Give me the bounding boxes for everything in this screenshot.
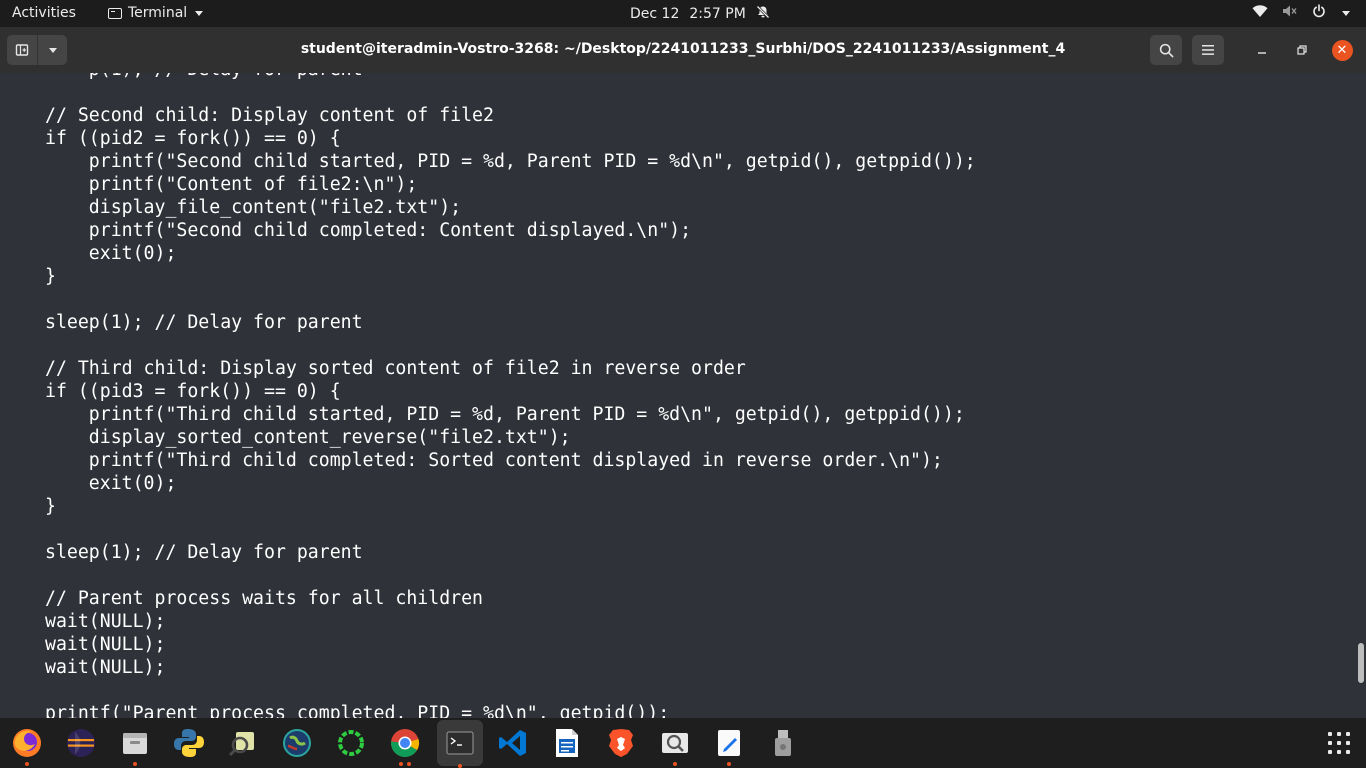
running-indicator — [25, 762, 29, 766]
dock — [0, 718, 1366, 768]
dock-item-firefox[interactable] — [6, 722, 48, 766]
usb-drive-icon — [775, 730, 791, 756]
terminal-line: display_sorted_content_reverse("file2.tx… — [45, 427, 571, 448]
close-button[interactable]: ✕ — [1330, 38, 1354, 62]
restore-icon — [1297, 45, 1307, 55]
running-indicator — [133, 762, 137, 766]
notifications-off-icon — [756, 5, 770, 23]
minimize-icon — [1258, 52, 1266, 54]
dock-item-text-editor[interactable] — [708, 722, 750, 766]
top-bar: Activities Terminal Dec 12 2:57 PM — [0, 0, 1366, 27]
terminal-line: wait(NULL); — [45, 611, 166, 632]
spinner-app-icon — [338, 730, 364, 756]
firefox-icon — [13, 729, 41, 757]
terminal-icon — [446, 731, 474, 755]
app-menu[interactable]: Terminal — [108, 5, 204, 21]
hamburger-menu-icon — [1202, 45, 1214, 55]
dock-item-vscode[interactable] — [492, 722, 534, 764]
terminal-line: // Parent process waits for all children — [45, 588, 483, 609]
terminal-line: exit(0); — [45, 473, 177, 494]
dock-item-files[interactable] — [114, 722, 156, 766]
clock-date: Dec 12 — [630, 6, 680, 22]
chevron-down-icon — [195, 10, 204, 16]
wireshark-icon — [228, 732, 254, 757]
vscode-icon — [499, 730, 526, 756]
close-icon: ✕ — [1331, 39, 1353, 61]
brave-icon — [609, 729, 633, 757]
dock-item-document-viewer[interactable] — [654, 722, 696, 766]
menu-button[interactable] — [1192, 35, 1224, 65]
terminal-line: printf("Third child completed: Sorted co… — [45, 450, 943, 471]
terminal-line: sleep(1); // Delay for parent — [45, 312, 363, 333]
dock-item-wireshark[interactable] — [222, 722, 264, 764]
terminal-line: printf("Second child completed: Content … — [45, 220, 692, 241]
dock-item-writer[interactable] — [546, 722, 588, 764]
dock-item-eclipse[interactable] — [60, 722, 102, 764]
text-editor-icon — [718, 730, 740, 756]
chevron-down-icon — [1342, 10, 1350, 16]
chrome-icon — [391, 729, 420, 757]
terminal-line: sleep(1); // Delay for parent — [45, 542, 363, 563]
dock-item-brave[interactable] — [600, 722, 642, 764]
globe-icon — [283, 729, 311, 757]
volume-muted-icon — [1282, 4, 1298, 22]
terminal-line: p(1); // Delay for parent — [45, 73, 976, 81]
terminal-line: } — [45, 496, 56, 517]
terminal-line: if ((pid2 = fork()) == 0) { — [45, 128, 341, 149]
activities-button[interactable]: Activities — [12, 5, 76, 21]
clock[interactable]: Dec 12 2:57 PM — [630, 5, 770, 23]
dock-item-usb-drive[interactable] — [762, 722, 804, 764]
terminal-icon — [108, 7, 122, 19]
dock-item-terminal[interactable] — [437, 720, 483, 768]
system-tray[interactable] — [1252, 4, 1350, 22]
wifi-icon — [1252, 4, 1268, 22]
running-indicator — [407, 762, 411, 766]
clock-time: 2:57 PM — [689, 6, 746, 22]
terminal-line: if ((pid3 = fork()) == 0) { — [45, 381, 341, 402]
running-indicator — [727, 762, 731, 766]
terminal-line: exit(0); — [45, 243, 177, 264]
terminal-line: wait(NULL); — [45, 634, 166, 655]
search-button[interactable] — [1150, 35, 1182, 65]
eclipse-icon — [67, 729, 95, 757]
dock-item-globe[interactable] — [276, 722, 318, 764]
terminal-line: // Third child: Display sorted content o… — [45, 358, 746, 379]
terminal-text: p(1); // Delay for parent // Second child… — [45, 73, 976, 718]
files-icon — [123, 733, 147, 754]
search-icon — [1159, 43, 1173, 57]
dock-item-chrome[interactable] — [384, 722, 426, 766]
show-applications-icon[interactable] — [1328, 732, 1350, 754]
running-indicator — [399, 762, 403, 766]
writer-icon — [556, 729, 578, 757]
running-indicator — [458, 764, 462, 768]
scrollbar-thumb[interactable] — [1358, 643, 1364, 683]
terminal-line: printf("Second child started, PID = %d, … — [45, 151, 976, 172]
running-indicator — [673, 762, 677, 766]
terminal-line: wait(NULL); — [45, 657, 166, 678]
terminal-line: printf("Content of file2:\n"); — [45, 174, 418, 195]
terminal-line: } — [45, 266, 56, 287]
terminal-line: display_file_content("file2.txt"); — [45, 197, 462, 218]
dock-item-spinner-app[interactable] — [330, 722, 372, 764]
app-menu-label: Terminal — [128, 5, 188, 21]
terminal-line: // Second child: Display content of file… — [45, 105, 494, 126]
terminal-header-bar: student@iteradmin-Vostro-3268: ~/Desktop… — [0, 27, 1366, 74]
document-viewer-icon — [662, 733, 688, 753]
terminal-viewport[interactable]: p(1); // Delay for parent // Second child… — [0, 73, 1366, 718]
minimize-button[interactable] — [1250, 38, 1274, 62]
terminal-line: printf("Parent process completed, PID = … — [45, 703, 670, 718]
power-icon — [1312, 4, 1326, 22]
dock-item-python[interactable] — [168, 722, 210, 764]
python-icon — [174, 729, 204, 757]
maximize-button[interactable] — [1290, 38, 1314, 62]
terminal-line: printf("Third child started, PID = %d, P… — [45, 404, 965, 425]
